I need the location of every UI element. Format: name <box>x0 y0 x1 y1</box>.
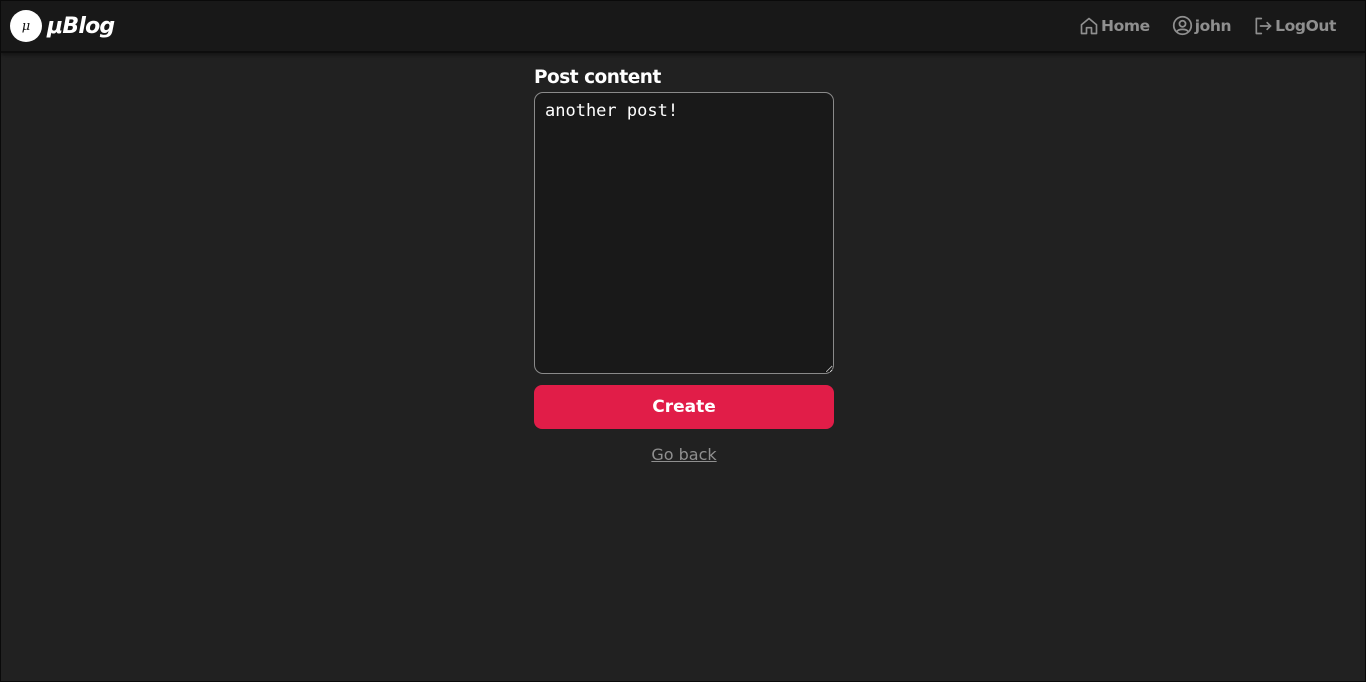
nav-home-link[interactable]: Home <box>1079 16 1150 36</box>
brand-name: μBlog <box>47 13 115 39</box>
nav-profile-link[interactable]: john <box>1172 15 1232 36</box>
navbar: μ μBlog Home john LogOut <box>1 1 1365 53</box>
go-back-link[interactable]: Go back <box>534 445 834 464</box>
nav-links: Home john LogOut <box>1079 15 1336 36</box>
logo-icon: μ <box>10 10 42 42</box>
post-content-textarea[interactable]: another post! <box>534 92 834 374</box>
nav-logout-link[interactable]: LogOut <box>1253 16 1336 36</box>
logo-glyph: μ <box>21 18 31 34</box>
create-button[interactable]: Create <box>534 385 834 429</box>
logout-icon <box>1255 17 1272 34</box>
brand-link[interactable]: μ μBlog <box>10 10 115 42</box>
post-form: Post content another post! Create Go bac… <box>534 65 834 464</box>
nav-profile-label: john <box>1194 16 1232 35</box>
nav-logout-label: LogOut <box>1275 16 1336 35</box>
post-content-label: Post content <box>534 67 661 88</box>
home-icon <box>1080 17 1098 34</box>
nav-home-label: Home <box>1101 16 1150 35</box>
user-circle-icon <box>1172 15 1192 36</box>
page: μ μBlog Home john LogOut Post content an… <box>0 0 1366 682</box>
